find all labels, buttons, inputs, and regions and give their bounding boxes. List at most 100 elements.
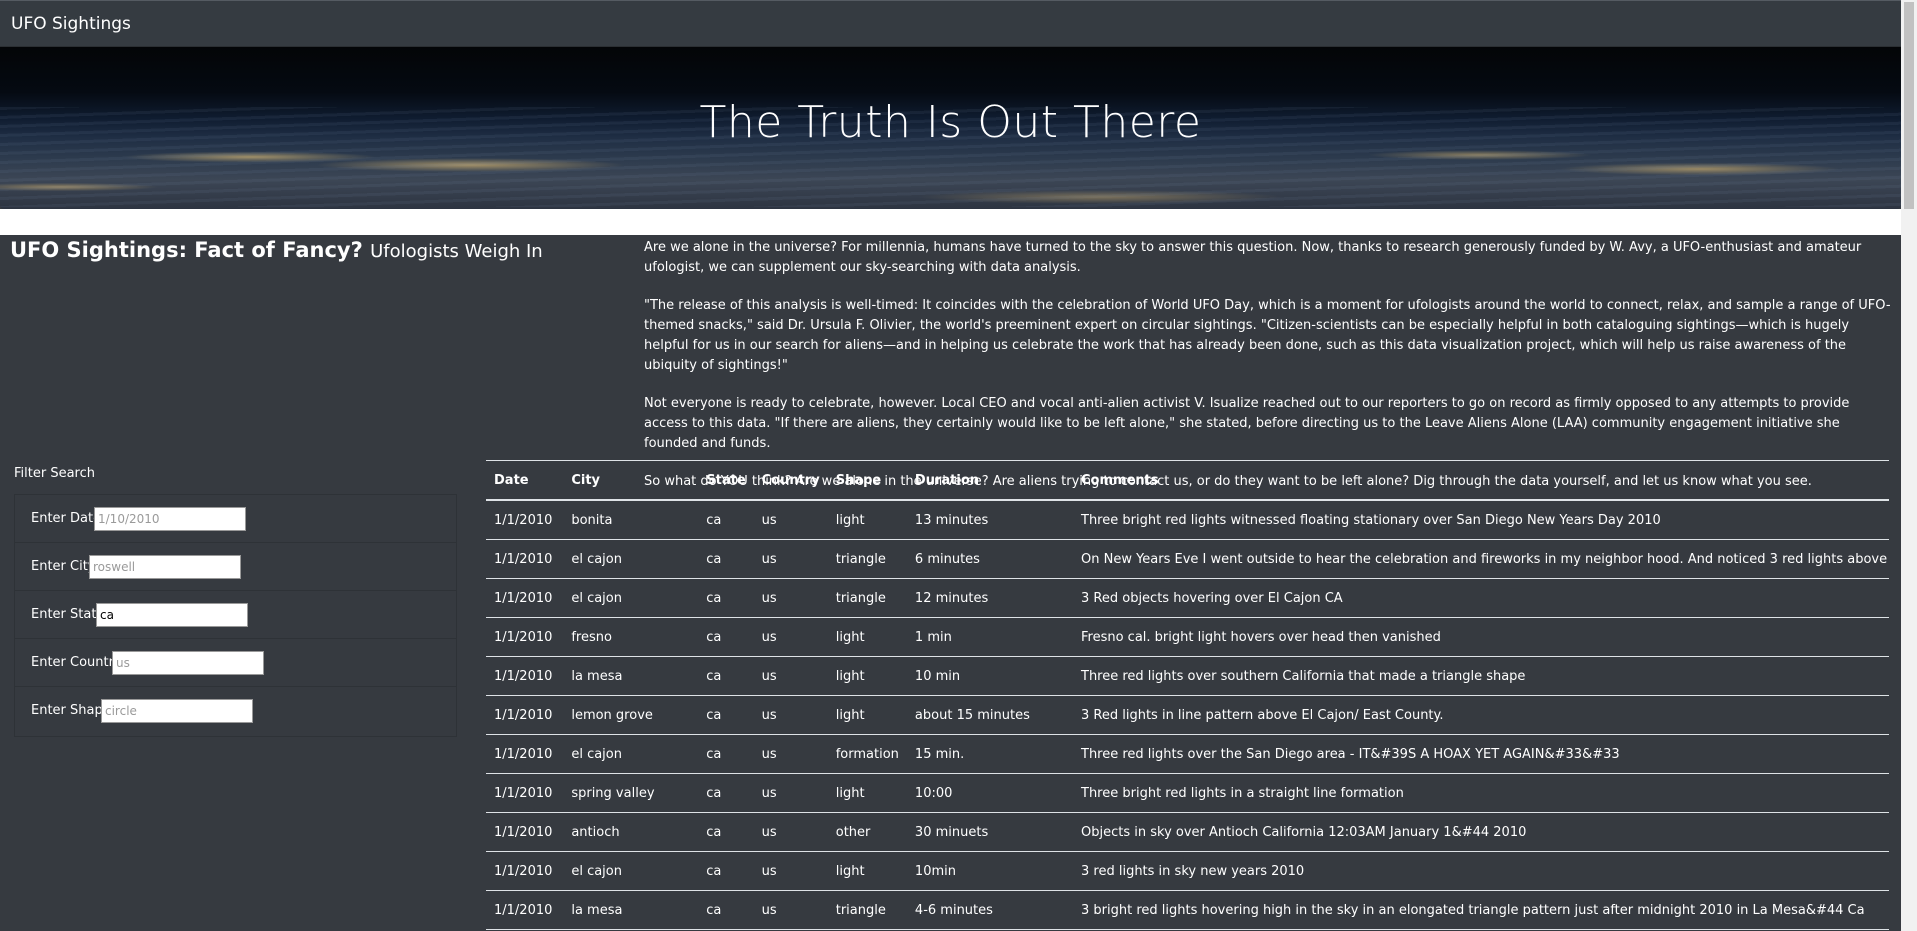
cell-date: 1/1/2010 xyxy=(486,851,564,891)
cell-state: ca xyxy=(698,500,754,540)
cell-duration: 13 minutes xyxy=(906,500,1073,540)
table-row: 1/1/2010 lemon grove ca us light about 15 min… xyxy=(486,695,1889,735)
cell-shape: light xyxy=(827,851,907,891)
date-filter-input[interactable] xyxy=(94,507,246,531)
cell-state: ca xyxy=(698,578,754,618)
table-body: 1/1/2010 bonita ca us light 13 minutes Three b… xyxy=(486,500,1889,930)
scrollbar-thumb[interactable] xyxy=(1904,2,1914,209)
column-header-duration: Duration xyxy=(906,460,1073,501)
article-paragraph: Are we alone in the universe? For millen… xyxy=(644,240,1862,275)
filter-label-date: Enter Date xyxy=(31,511,102,526)
filter-search-title: Filter Search xyxy=(14,466,95,481)
cell-date: 1/1/2010 xyxy=(486,617,564,657)
filter-label-city: Enter City xyxy=(31,559,96,574)
cell-duration: 12 minutes xyxy=(906,578,1073,618)
cell-country: us xyxy=(753,851,828,891)
cell-state: ca xyxy=(698,890,754,930)
cell-country: us xyxy=(753,500,828,540)
cell-duration: 1 min xyxy=(906,617,1073,657)
cell-state: ca xyxy=(698,773,754,813)
cell-comments: 3 bright red lights hovering high in the… xyxy=(1073,890,1889,930)
cell-shape: triangle xyxy=(827,890,907,930)
state-filter-input[interactable] xyxy=(96,603,248,627)
cell-country: us xyxy=(753,578,828,618)
cell-date: 1/1/2010 xyxy=(486,500,564,540)
city-filter-input[interactable] xyxy=(89,555,241,579)
hero-banner: The Truth Is Out There xyxy=(0,47,1901,209)
column-header-state: State xyxy=(698,460,754,501)
cell-city: el cajon xyxy=(563,539,699,579)
cell-duration: 10:00 xyxy=(906,773,1073,813)
cell-state: ca xyxy=(698,812,754,852)
cell-city: el cajon xyxy=(563,851,699,891)
filter-label-country: Enter Country xyxy=(31,655,122,670)
table-header-row: Date City State Country Shape Duration C… xyxy=(486,460,1889,501)
cell-duration: 15 min. xyxy=(906,734,1073,774)
column-header-comments: Comments xyxy=(1073,460,1889,501)
cell-date: 1/1/2010 xyxy=(486,656,564,696)
cell-country: us xyxy=(753,656,828,696)
cell-country: us xyxy=(753,734,828,774)
column-header-country: Country xyxy=(753,460,828,501)
cell-state: ca xyxy=(698,617,754,657)
shape-filter-input[interactable] xyxy=(101,699,253,723)
cell-comments: Three bright red lights in a straight li… xyxy=(1073,773,1889,813)
page-divider xyxy=(0,209,1901,235)
column-header-date: Date xyxy=(486,460,564,501)
cell-shape: light xyxy=(827,695,907,735)
country-filter-input[interactable] xyxy=(112,651,264,675)
cell-date: 1/1/2010 xyxy=(486,812,564,852)
cell-shape: light xyxy=(827,617,907,657)
cell-city: el cajon xyxy=(563,734,699,774)
article-heading-sub: Ufologists Weigh In xyxy=(370,241,543,262)
table-row: 1/1/2010 fresno ca us light 1 min Fresno cal. … xyxy=(486,617,1889,657)
cell-state: ca xyxy=(698,851,754,891)
cell-city: el cajon xyxy=(563,578,699,618)
cell-comments: Objects in sky over Antioch California 1… xyxy=(1073,812,1889,852)
filter-row-shape: Enter Shape xyxy=(15,687,456,735)
cell-city: spring valley xyxy=(563,773,699,813)
table-row: 1/1/2010 antioch ca us other 30 minuets Object… xyxy=(486,812,1889,852)
cell-comments: Three red lights over the San Diego area… xyxy=(1073,734,1889,774)
cell-duration: about 15 minutes xyxy=(906,695,1073,735)
cell-comments: 3 Red lights in line pattern above El Ca… xyxy=(1073,695,1889,735)
cell-city: la mesa xyxy=(563,656,699,696)
filter-panel: Enter Date Enter City Enter State Enter … xyxy=(14,494,457,737)
cell-shape: triangle xyxy=(827,578,907,618)
cell-city: la mesa xyxy=(563,890,699,930)
sightings-table: Date City State Country Shape Duration C… xyxy=(486,460,1889,930)
cell-country: us xyxy=(753,773,828,813)
cell-shape: formation xyxy=(827,734,907,774)
cell-shape: light xyxy=(827,500,907,540)
article-paragraph: Not everyone is ready to celebrate, howe… xyxy=(644,396,1850,451)
table-row: 1/1/2010 el cajon ca us triangle 12 minutes 3 … xyxy=(486,578,1889,618)
cell-date: 1/1/2010 xyxy=(486,734,564,774)
cell-comments: 3 Red objects hovering over El Cajon CA xyxy=(1073,578,1889,618)
cell-country: us xyxy=(753,812,828,852)
cell-shape: light xyxy=(827,656,907,696)
table-row: 1/1/2010 bonita ca us light 13 minutes Three b… xyxy=(486,500,1889,540)
filter-row-country: Enter Country xyxy=(15,639,456,687)
table-row: 1/1/2010 la mesa ca us light 10 min Three red … xyxy=(486,656,1889,696)
filter-row-state: Enter State xyxy=(15,591,456,639)
cell-date: 1/1/2010 xyxy=(486,890,564,930)
cell-duration: 4-6 minutes xyxy=(906,890,1073,930)
navbar-brand[interactable]: UFO Sightings xyxy=(11,14,131,34)
table-row: 1/1/2010 el cajon ca us triangle 6 minutes On … xyxy=(486,539,1889,579)
cell-comments: Three bright red lights witnessed floati… xyxy=(1073,500,1889,540)
article-paragraph: "The release of this analysis is well-ti… xyxy=(644,298,1891,373)
cell-city: fresno xyxy=(563,617,699,657)
cell-duration: 10 min xyxy=(906,656,1073,696)
cell-state: ca xyxy=(698,539,754,579)
cell-shape: other xyxy=(827,812,907,852)
filter-row-city: Enter City xyxy=(15,543,456,591)
article-heading-main: UFO Sightings: Fact of Fancy? xyxy=(10,238,363,262)
cell-city: lemon grove xyxy=(563,695,699,735)
cell-shape: triangle xyxy=(827,539,907,579)
cell-duration: 10min xyxy=(906,851,1073,891)
article-heading: UFO Sightings: Fact of Fancy? Ufologists… xyxy=(10,238,543,262)
cell-country: us xyxy=(753,890,828,930)
column-header-shape: Shape xyxy=(827,460,907,501)
cell-date: 1/1/2010 xyxy=(486,773,564,813)
cell-state: ca xyxy=(698,695,754,735)
